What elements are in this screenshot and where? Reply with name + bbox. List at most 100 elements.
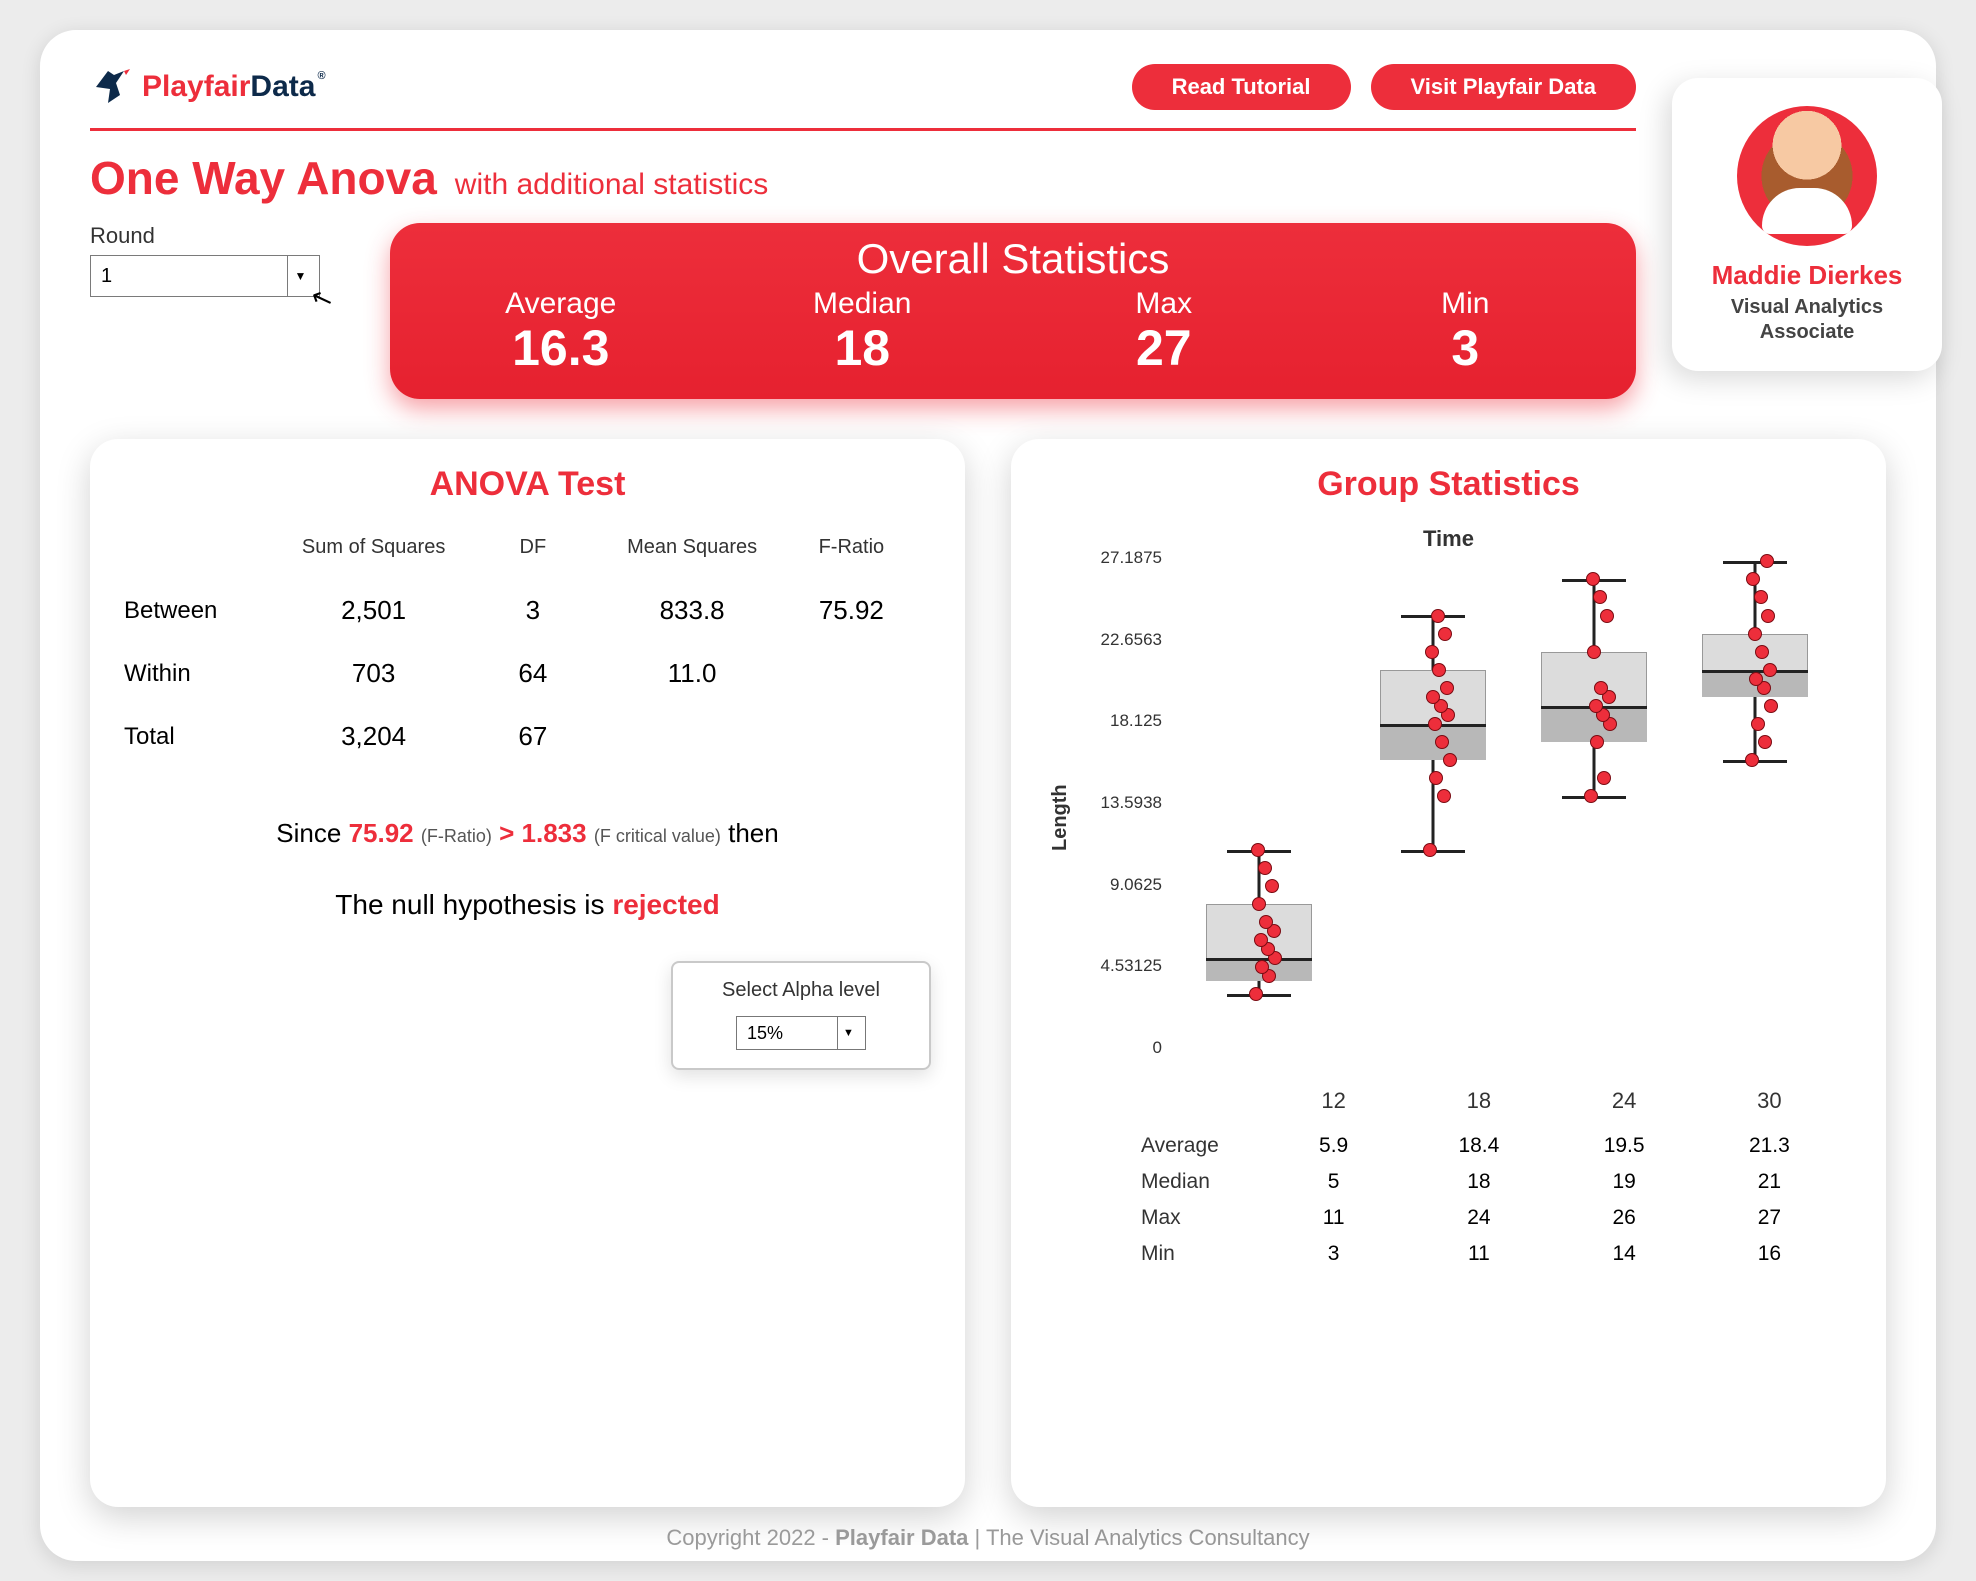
round-filter: Round 1 ▼ ↖ [90, 223, 350, 297]
data-point [1432, 663, 1446, 677]
table-row: Within 703 64 11.0 [124, 642, 931, 705]
data-point [1754, 590, 1768, 604]
alpha-value: 15% [747, 1023, 783, 1044]
anova-title: ANOVA Test [124, 465, 931, 504]
anova-panel: ANOVA Test Sum of Squares DF Mean Square… [90, 439, 965, 1507]
box-group [1520, 558, 1667, 1048]
x-categories: 12 18 24 30 [1141, 1082, 1842, 1128]
page-title: One Way Anova [90, 151, 437, 205]
logo: PlayfairData® [90, 65, 326, 109]
y-tick: 22.6563 [1076, 630, 1162, 650]
data-point [1763, 663, 1777, 677]
y-tick: 18.125 [1076, 711, 1162, 731]
boxplot-chart: 04.531259.062513.593818.12522.656327.187… [1076, 558, 1852, 1078]
data-point [1249, 987, 1263, 1001]
data-point [1755, 645, 1769, 659]
data-point [1594, 681, 1608, 695]
profile-card: Maddie Dierkes Visual Analytics Associat… [1672, 78, 1942, 371]
table-row: Average 5.9 18.4 19.5 21.3 [1141, 1128, 1842, 1164]
anova-h-ss: Sum of Squares [294, 536, 453, 559]
data-point [1255, 960, 1269, 974]
page-subtitle: with additional statistics [455, 168, 768, 202]
alpha-select[interactable]: 15% ▼ [736, 1016, 866, 1050]
data-point [1749, 672, 1763, 686]
header: PlayfairData® Read Tutorial Visit Playfa… [90, 64, 1886, 110]
chart-title: Time [1045, 526, 1852, 552]
avatar [1737, 106, 1877, 246]
alpha-box: Select Alpha level 15% ▼ [671, 961, 931, 1070]
box-group [1681, 558, 1828, 1048]
app-window: PlayfairData® Read Tutorial Visit Playfa… [40, 30, 1936, 1561]
anova-table: Sum of Squares DF Mean Squares F-Ratio B… [124, 526, 931, 768]
round-select[interactable]: 1 ▼ ↖ [90, 255, 320, 297]
y-tick: 9.0625 [1076, 875, 1162, 895]
logo-text-data: Data [250, 70, 315, 103]
data-point [1429, 771, 1443, 785]
data-point [1590, 735, 1604, 749]
data-point [1428, 717, 1442, 731]
data-point [1746, 572, 1760, 586]
page-title-row: One Way Anova with additional statistics [90, 151, 1886, 205]
data-point [1258, 861, 1272, 875]
table-row: Max 11 24 26 27 [1141, 1200, 1842, 1236]
chart-wrap: Length 0 4.53125 9.0625 13.5938 18.125 22.656… [1045, 558, 1852, 1078]
data-point [1600, 609, 1614, 623]
anova-h-f: F-Ratio [772, 536, 931, 559]
overall-min-value: 3 [1315, 319, 1617, 377]
header-divider [90, 128, 1636, 131]
profile-role: Visual Analytics Associate [1672, 295, 1942, 345]
overall-max-value: 27 [1013, 319, 1315, 377]
read-tutorial-button[interactable]: Read Tutorial [1132, 64, 1351, 110]
anova-conclusion-1: Since 75.92 (F-Ratio) > 1.833 (F critica… [124, 818, 931, 849]
data-point [1587, 645, 1601, 659]
data-point [1423, 843, 1437, 857]
box-group [1360, 558, 1507, 1048]
table-row: Min 3 11 14 16 [1141, 1236, 1842, 1272]
y-tick: 27.1875 [1076, 548, 1162, 568]
group-summary-table: 12 18 24 30 Average 5.9 18.4 19.5 21.3 M… [1141, 1082, 1842, 1272]
data-point [1431, 609, 1445, 623]
top-row: Round 1 ▼ ↖ Overall Statistics Average M… [90, 223, 1886, 399]
anova-conclusion-2: The null hypothesis is rejected [124, 889, 931, 921]
footer: Copyright 2022 - Playfair Data | The Vis… [90, 1525, 1886, 1551]
data-point [1589, 699, 1603, 713]
logo-registered: ® [317, 70, 325, 82]
y-axis-label: Length [1045, 558, 1076, 1078]
alpha-label: Select Alpha level [693, 979, 909, 1002]
group-title: Group Statistics [1045, 465, 1852, 504]
data-point [1751, 717, 1765, 731]
logo-text-playfair: Playfair [142, 70, 250, 103]
data-point [1586, 572, 1600, 586]
data-point [1265, 879, 1279, 893]
data-point [1425, 645, 1439, 659]
data-point [1597, 771, 1611, 785]
data-point [1745, 753, 1759, 767]
data-point [1761, 609, 1775, 623]
data-point [1437, 789, 1451, 803]
data-point [1259, 915, 1273, 929]
data-point [1426, 690, 1440, 704]
anova-h-df: DF [453, 536, 612, 559]
data-point [1438, 627, 1452, 641]
overall-avg-label: Average [410, 287, 712, 321]
data-point [1440, 681, 1454, 695]
panels: ANOVA Test Sum of Squares DF Mean Square… [90, 439, 1886, 1507]
chevron-down-icon: ▼ [837, 1017, 859, 1049]
box-group [1185, 558, 1332, 1048]
y-tick: 4.53125 [1076, 956, 1162, 976]
overall-med-value: 18 [712, 319, 1014, 377]
round-value: 1 [101, 265, 112, 288]
table-row: Median 5 18 19 21 [1141, 1164, 1842, 1200]
data-point [1254, 933, 1268, 947]
round-label: Round [90, 223, 350, 249]
y-tick: 0 [1076, 1038, 1162, 1058]
cursor-icon: ↖ [307, 280, 338, 317]
visit-playfair-button[interactable]: Visit Playfair Data [1371, 64, 1636, 110]
y-tick: 13.5938 [1076, 793, 1162, 813]
data-point [1760, 554, 1774, 568]
overall-avg-value: 16.3 [410, 319, 712, 377]
data-point [1251, 843, 1265, 857]
bird-icon [90, 65, 134, 109]
data-point [1593, 590, 1607, 604]
data-point [1435, 735, 1449, 749]
